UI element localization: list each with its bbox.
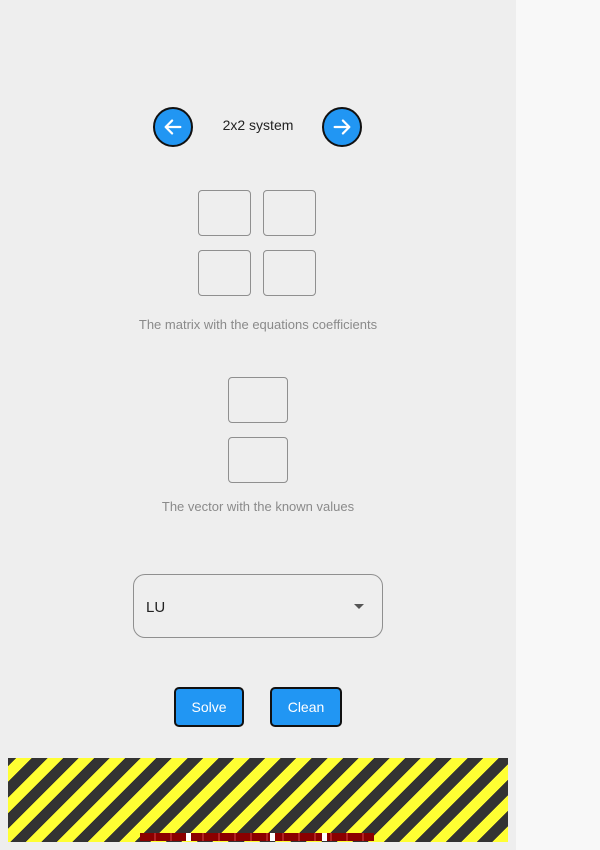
arrow-left-icon — [164, 119, 182, 135]
page: 2x2 system The matrix with the equations… — [0, 0, 600, 850]
next-system-button[interactable] — [322, 107, 362, 147]
vector-caption: The vector with the known values — [161, 499, 355, 514]
solve-button[interactable]: Solve — [174, 687, 244, 727]
matrix-caption: The matrix with the equations coefficien… — [138, 317, 378, 332]
brick-gap — [186, 833, 191, 841]
arrow-right-icon — [333, 119, 351, 135]
method-select[interactable]: LU — [133, 574, 383, 638]
clean-button[interactable]: Clean — [270, 687, 342, 727]
vector-cell-b1[interactable] — [228, 377, 288, 423]
hazard-stripe-banner — [8, 758, 508, 842]
brick-gap — [270, 833, 275, 841]
matrix-cell-a21[interactable] — [198, 250, 251, 296]
matrix-cell-a22[interactable] — [263, 250, 316, 296]
vector-cell-b2[interactable] — [228, 437, 288, 483]
side-area — [516, 0, 600, 850]
main-panel: 2x2 system The matrix with the equations… — [0, 0, 516, 850]
previous-system-button[interactable] — [153, 107, 193, 147]
brick-gap — [322, 833, 327, 841]
brick-strip — [140, 833, 374, 841]
chevron-down-icon — [354, 604, 364, 609]
system-size-title: 2x2 system — [222, 117, 294, 133]
matrix-cell-a12[interactable] — [263, 190, 316, 236]
method-selected-value: LU — [146, 599, 166, 616]
matrix-cell-a11[interactable] — [198, 190, 251, 236]
